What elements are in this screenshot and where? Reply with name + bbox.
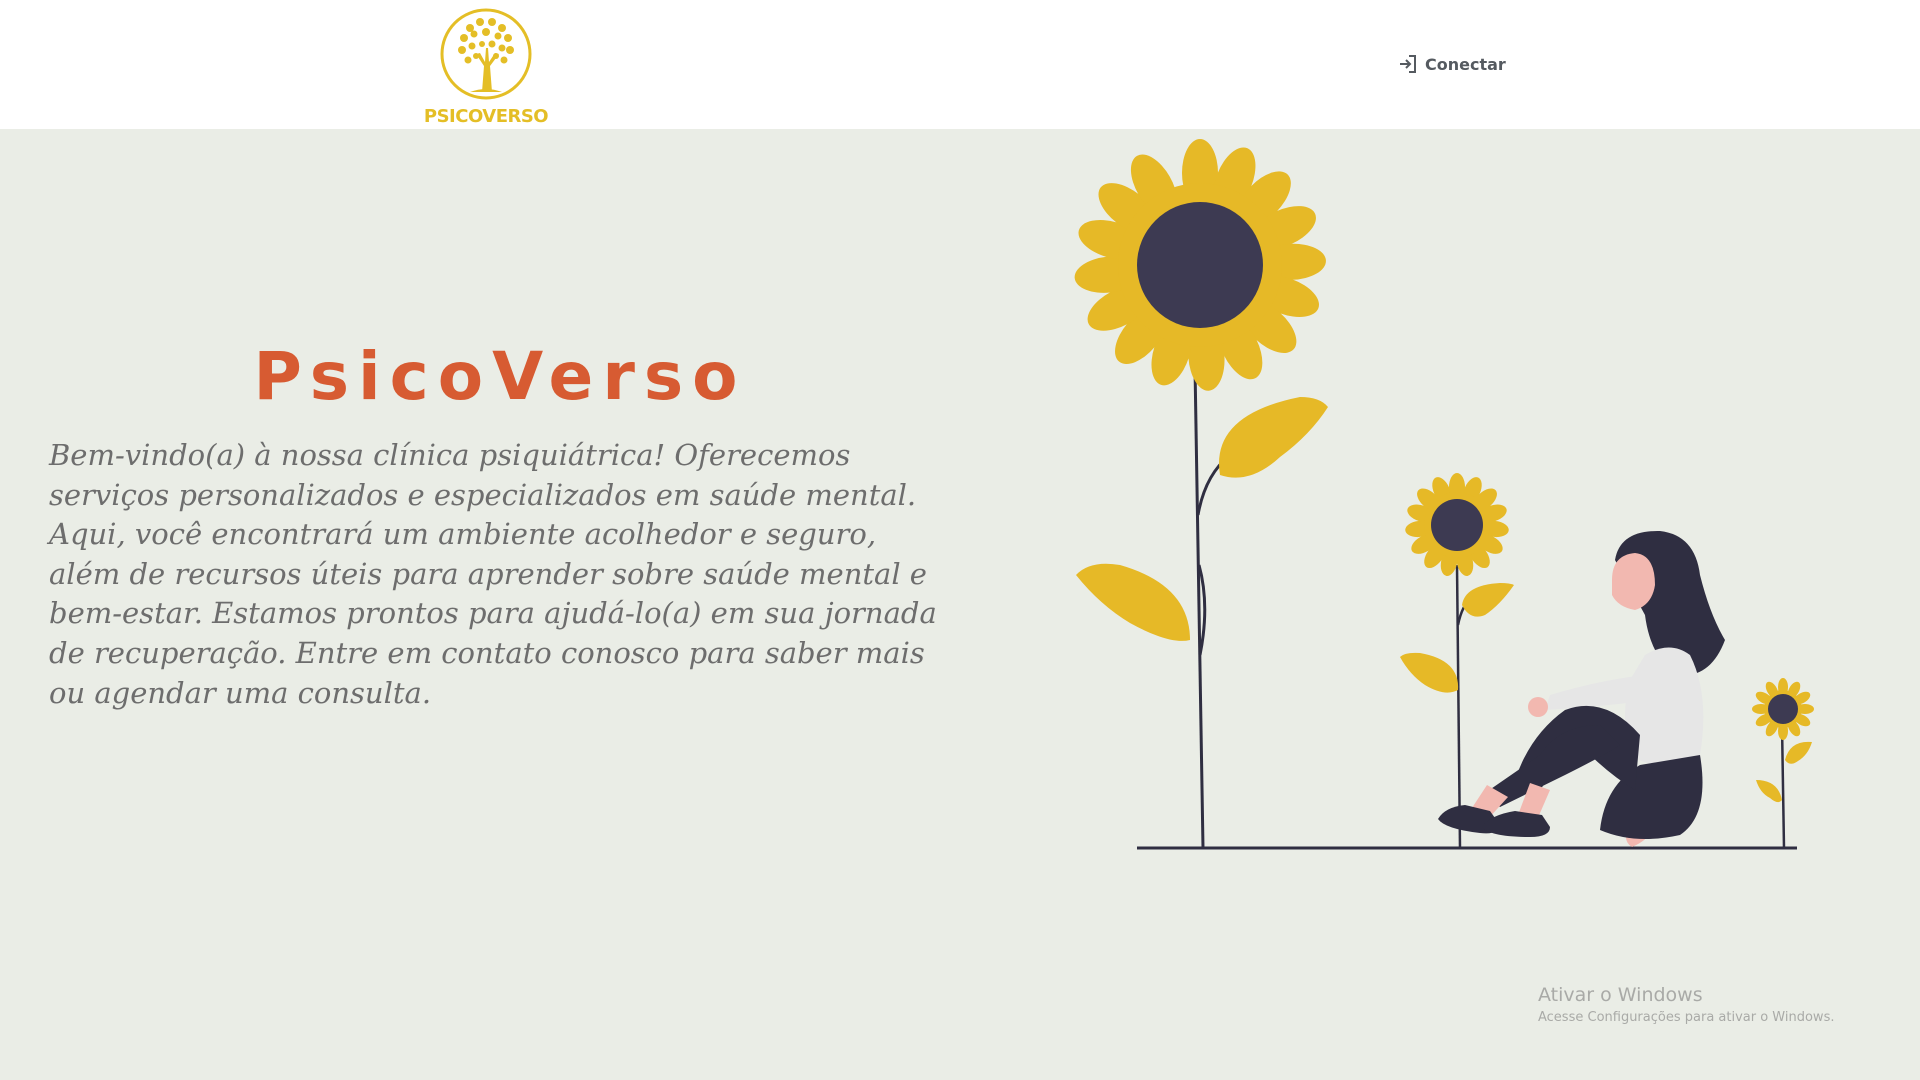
watermark-subtitle: Acesse Configurações para ativar o Windo… (1538, 1010, 1835, 1025)
tree-logo-icon (440, 8, 532, 100)
windows-activation-watermark: Ativar o Windows Acesse Configurações pa… (1538, 984, 1834, 1025)
connect-button[interactable]: Conectar (1397, 53, 1506, 75)
sunflowers-illustration (1074, 139, 1814, 850)
site-header: PSICOVERSO Conectar (0, 0, 1920, 129)
hero-title: PsicoVerso (253, 338, 747, 415)
hero-description: Bem-vindo(a) à nossa clínica psiquiátric… (49, 438, 937, 710)
logo[interactable]: PSICOVERSO (420, 6, 552, 127)
connect-label: Conectar (1425, 54, 1506, 74)
logo-text: PSICOVERSO (423, 106, 549, 127)
login-icon (1400, 55, 1416, 73)
watermark-title: Ativar o Windows (1538, 984, 1703, 1006)
woman-figure (1438, 530, 1725, 847)
